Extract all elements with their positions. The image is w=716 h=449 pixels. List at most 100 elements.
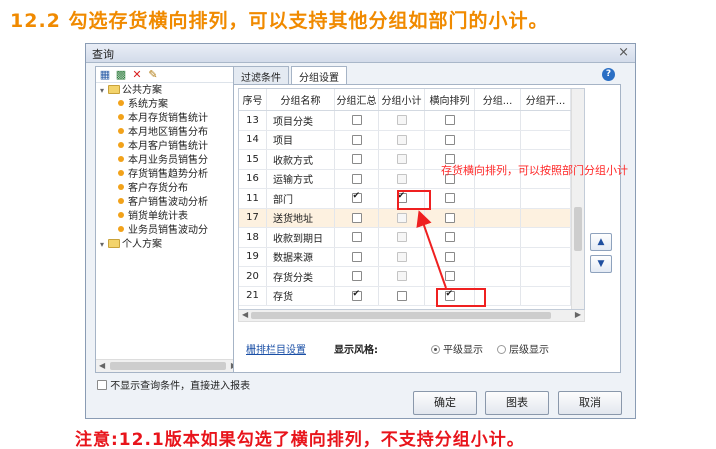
horizontal-checkbox[interactable]	[444, 271, 455, 282]
header-horizontal[interactable]: 横向排列	[425, 89, 475, 110]
no-condition-option[interactable]: 不显示查询条件，直接进入报表	[97, 377, 250, 392]
header-subtotal[interactable]: 分组小计	[379, 89, 425, 110]
style-option-hierarchy[interactable]: 层级显示	[497, 341, 549, 356]
tree-node-public[interactable]: ▾ 公共方案	[100, 85, 162, 97]
scroll-right-icon[interactable]: ▶	[575, 310, 581, 319]
grid-vertical-scrollbar[interactable]	[571, 89, 584, 309]
group-subtotal-checkbox[interactable]	[396, 154, 407, 165]
table-row[interactable]: 17 送货地址	[239, 208, 571, 228]
scroll-thumb[interactable]	[251, 312, 551, 319]
group-more-cell	[475, 267, 521, 286]
horizontal-checkbox[interactable]	[444, 115, 455, 126]
group-sum-checkbox[interactable]	[351, 289, 362, 301]
chevron-up-icon: ▲	[597, 237, 605, 247]
group-sum-cell	[335, 150, 379, 169]
row-number: 14	[239, 130, 267, 149]
edit-icon[interactable]: ✎	[147, 68, 159, 81]
group-sum-checkbox[interactable]	[351, 173, 362, 184]
header-group-open[interactable]: 分组开...	[521, 89, 571, 110]
tree-item[interactable]: 本月业务员销售分	[118, 155, 208, 167]
group-open-cell	[521, 111, 571, 130]
scheme-dot-icon	[118, 212, 124, 218]
tree-item-label: 系统方案	[128, 99, 168, 110]
highlight-box-horizontal	[436, 288, 486, 307]
table-row[interactable]: 20 存货分类	[239, 267, 571, 287]
group-subtotal-checkbox[interactable]	[396, 232, 407, 243]
header-no[interactable]: 序号	[239, 89, 267, 110]
header-group-more[interactable]: 分组...	[475, 89, 521, 110]
hierarchy-radio[interactable]	[497, 345, 506, 354]
tree-item[interactable]: 客户存货分布	[118, 183, 188, 195]
scheme-dot-icon	[118, 198, 124, 204]
group-subtotal-checkbox[interactable]	[396, 271, 407, 282]
group-sum-checkbox[interactable]	[351, 232, 362, 243]
tree-node-personal[interactable]: ▾ 个人方案	[100, 239, 162, 251]
ok-button[interactable]: 确定	[413, 391, 477, 415]
grid-horizontal-scrollbar[interactable]: ◀ ▶	[238, 310, 585, 322]
horizontal-checkbox[interactable]	[444, 232, 455, 243]
footnote-caption: 注意:12.1版本如果勾选了横向排列，不支持分组小计。	[75, 430, 525, 449]
group-subtotal-checkbox[interactable]	[396, 212, 407, 223]
group-sum-checkbox[interactable]	[351, 115, 362, 126]
chevron-down-icon: ▼	[597, 259, 605, 269]
help-icon[interactable]: ?	[602, 68, 615, 81]
flat-radio[interactable]	[431, 345, 440, 354]
save-as-icon[interactable]: ▩	[115, 68, 127, 81]
tab-filter[interactable]: 过滤条件	[233, 66, 289, 84]
scroll-thumb[interactable]	[110, 362, 226, 370]
scroll-thumb[interactable]	[574, 207, 582, 251]
layout-settings-link[interactable]: 栅排栏目设置	[246, 341, 306, 356]
tree-item-label: 客户存货分布	[128, 183, 188, 194]
table-row[interactable]: 14 项目	[239, 130, 571, 150]
horizontal-checkbox[interactable]	[444, 212, 455, 223]
grid-header: 序号 分组名称 分组汇总 分组小计 横向排列 分组... 分组开...	[239, 89, 571, 111]
group-sum-checkbox[interactable]	[351, 251, 362, 262]
tree-item[interactable]: 销货单统计表	[118, 211, 188, 223]
move-up-button[interactable]: ▲	[590, 233, 612, 251]
group-open-cell	[521, 208, 571, 227]
move-down-button[interactable]: ▼	[590, 255, 612, 273]
no-condition-checkbox[interactable]	[97, 380, 107, 390]
group-sum-checkbox[interactable]	[351, 271, 362, 282]
chart-button[interactable]: 图表	[485, 391, 549, 415]
tab-group-settings[interactable]: 分组设置	[291, 66, 347, 84]
group-sum-checkbox[interactable]	[351, 212, 362, 223]
group-subtotal-checkbox[interactable]	[396, 290, 407, 301]
horizontal-checkbox[interactable]	[444, 251, 455, 262]
table-row[interactable]: 18 收款到期日	[239, 228, 571, 248]
style-option-flat[interactable]: 平级显示	[431, 341, 483, 356]
save-icon[interactable]: ▦	[99, 68, 111, 81]
group-subtotal-checkbox[interactable]	[396, 251, 407, 262]
tree-item[interactable]: 本月存货销售统计	[118, 113, 208, 125]
collapse-icon[interactable]: ▾	[100, 239, 108, 251]
tree-item[interactable]: 客户销售波动分析	[118, 197, 208, 209]
group-subtotal-checkbox[interactable]	[396, 115, 407, 126]
tree-item-label: 存货销售趋势分析	[128, 169, 208, 180]
table-row[interactable]: 13 项目分类	[239, 111, 571, 131]
table-row[interactable]: 19 数据来源	[239, 247, 571, 267]
close-icon[interactable]: ×	[618, 45, 629, 60]
scroll-left-icon[interactable]: ◀	[99, 361, 105, 370]
tree-horizontal-scrollbar[interactable]: ◀ ▶	[96, 359, 240, 372]
tree-item[interactable]: 存货销售趋势分析	[118, 169, 208, 181]
header-sum[interactable]: 分组汇总	[335, 89, 379, 110]
delete-icon[interactable]: ✕	[131, 68, 143, 81]
scroll-left-icon[interactable]: ◀	[242, 310, 248, 319]
group-subtotal-checkbox[interactable]	[396, 173, 407, 184]
header-name[interactable]: 分组名称	[267, 89, 335, 110]
group-sum-checkbox[interactable]	[351, 154, 362, 165]
tree-item[interactable]: 业务员销售波动分	[118, 225, 208, 237]
group-name: 项目分类	[267, 111, 335, 130]
group-sum-checkbox[interactable]	[351, 134, 362, 145]
group-sum-checkbox[interactable]	[351, 191, 362, 204]
group-subtotal-checkbox[interactable]	[396, 134, 407, 145]
tree-item[interactable]: 系统方案	[118, 99, 168, 111]
table-row[interactable]: 21 存货	[239, 286, 571, 306]
horizontal-checkbox[interactable]	[444, 134, 455, 145]
cancel-button[interactable]: 取消	[558, 391, 622, 415]
horizontal-checkbox[interactable]	[444, 193, 455, 204]
collapse-icon[interactable]: ▾	[100, 85, 108, 97]
tree-item[interactable]: 本月客户销售统计	[118, 141, 208, 153]
tree-item[interactable]: 本月地区销售分布	[118, 127, 208, 139]
group-open-cell	[521, 267, 571, 286]
